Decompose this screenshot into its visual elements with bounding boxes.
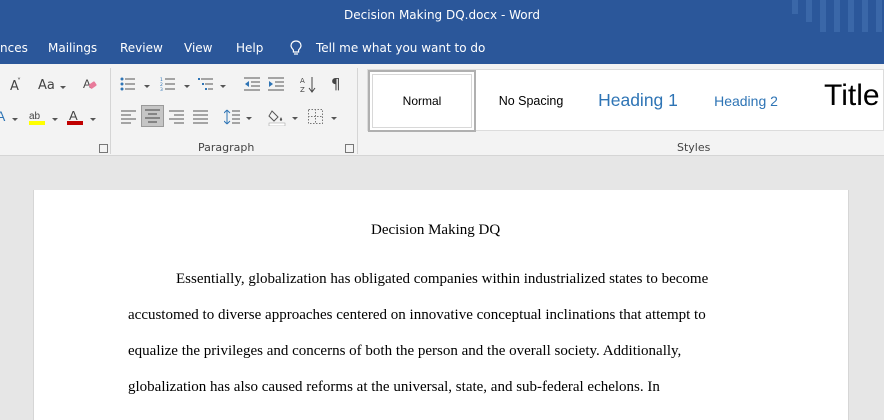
- document-line: equalize the privileges and concerns of …: [128, 343, 682, 359]
- title-decoration: [792, 0, 798, 14]
- style-title[interactable]: Title: [800, 70, 884, 132]
- font-color-icon[interactable]: A: [66, 108, 84, 126]
- multilevel-caret[interactable]: [220, 85, 226, 88]
- align-right-icon[interactable]: [169, 110, 184, 124]
- svg-text:3: 3: [160, 87, 163, 91]
- group-separator: [357, 68, 358, 154]
- tab-mailings[interactable]: Mailings: [48, 41, 97, 55]
- svg-text:A: A: [300, 77, 305, 85]
- text-effects-icon[interactable]: A: [0, 108, 10, 124]
- lightbulb-icon[interactable]: [290, 40, 302, 56]
- window-title: Decision Making DQ.docx - Word: [344, 8, 540, 22]
- document-page[interactable]: Decision Making DQ Essentially, globaliz…: [33, 190, 849, 420]
- styles-group-label: Styles: [677, 141, 711, 154]
- numbering-icon[interactable]: 1 2 3: [160, 77, 176, 91]
- style-no-spacing-label: No Spacing: [498, 94, 564, 108]
- paragraph-dialog-launcher-icon[interactable]: [345, 144, 354, 153]
- ribbon: A ˅ Aa A A ab A 1 2 3 A Z ¶ Paragraph No…: [0, 64, 884, 156]
- paragraph-group-label: Paragraph: [198, 141, 255, 154]
- highlight-icon[interactable]: ab: [28, 108, 46, 126]
- style-heading-1[interactable]: Heading 1: [584, 70, 692, 132]
- svg-text:A: A: [69, 108, 78, 123]
- title-decoration: [876, 0, 882, 32]
- tab-review[interactable]: Review: [120, 41, 163, 55]
- borders-icon[interactable]: [308, 109, 323, 124]
- document-line: globalization has also caused reforms at…: [128, 379, 660, 395]
- tab-view[interactable]: View: [184, 41, 212, 55]
- svg-text:A: A: [83, 77, 91, 91]
- highlight-caret[interactable]: [52, 118, 58, 121]
- title-decoration: [862, 0, 868, 32]
- multilevel-list-icon[interactable]: [198, 77, 214, 91]
- ribbon-tabs: nces Mailings Review View Help Tell me w…: [0, 32, 884, 64]
- tell-me-search[interactable]: Tell me what you want to do: [316, 41, 485, 55]
- document-line: accustomed to diverse approaches centere…: [128, 307, 706, 323]
- style-heading-2[interactable]: Heading 2: [692, 70, 800, 132]
- change-case-caret[interactable]: [60, 86, 66, 89]
- svg-text:Z: Z: [300, 86, 305, 93]
- style-heading-2-label: Heading 2: [714, 93, 778, 109]
- title-decoration: [820, 0, 826, 32]
- show-formatting-icon[interactable]: ¶: [331, 77, 341, 92]
- styles-gallery: Normal No Spacing Heading 1 Heading 2 Ti…: [367, 69, 884, 132]
- line-spacing-icon[interactable]: [224, 109, 240, 125]
- clear-formatting-icon[interactable]: A: [82, 76, 98, 92]
- align-center-button[interactable]: [141, 105, 164, 127]
- numbering-caret[interactable]: [184, 85, 190, 88]
- borders-caret[interactable]: [331, 117, 337, 120]
- decrease-indent-icon[interactable]: [244, 77, 260, 91]
- document-line: Essentially, globalization has obligated…: [176, 271, 709, 287]
- font-color-caret[interactable]: [90, 118, 96, 121]
- svg-text:ab: ab: [29, 111, 41, 122]
- title-decoration: [806, 0, 812, 22]
- style-title-label: Title: [824, 79, 880, 112]
- shading-icon[interactable]: [268, 108, 286, 126]
- tab-references[interactable]: nces: [0, 41, 28, 55]
- tab-help[interactable]: Help: [236, 41, 263, 55]
- title-bar: Decision Making DQ.docx - Word: [0, 0, 884, 32]
- line-spacing-caret[interactable]: [246, 117, 252, 120]
- text-effects-caret[interactable]: [12, 118, 18, 121]
- group-separator: [110, 68, 111, 154]
- document-heading: Decision Making DQ: [371, 222, 501, 238]
- bullets-icon[interactable]: [120, 77, 136, 91]
- style-no-spacing[interactable]: No Spacing: [478, 70, 584, 132]
- bullets-caret[interactable]: [144, 85, 150, 88]
- increase-indent-icon[interactable]: [268, 77, 284, 91]
- title-decoration: [848, 0, 854, 32]
- document-area: Decision Making DQ Essentially, globaliz…: [0, 157, 884, 420]
- shrink-font-caret: ˅: [17, 77, 21, 86]
- style-heading-1-label: Heading 1: [598, 90, 678, 110]
- svg-text:A: A: [0, 108, 6, 124]
- align-center-icon: [145, 109, 160, 123]
- style-normal[interactable]: Normal: [368, 70, 476, 132]
- style-normal-label: Normal: [402, 94, 442, 108]
- title-decoration: [834, 0, 840, 32]
- change-case-icon[interactable]: Aa: [38, 79, 55, 93]
- sort-icon[interactable]: AZ: [300, 76, 316, 93]
- justify-icon[interactable]: [193, 110, 208, 124]
- font-dialog-launcher-icon[interactable]: [99, 144, 108, 153]
- shading-caret[interactable]: [292, 117, 298, 120]
- align-left-icon[interactable]: [121, 110, 136, 124]
